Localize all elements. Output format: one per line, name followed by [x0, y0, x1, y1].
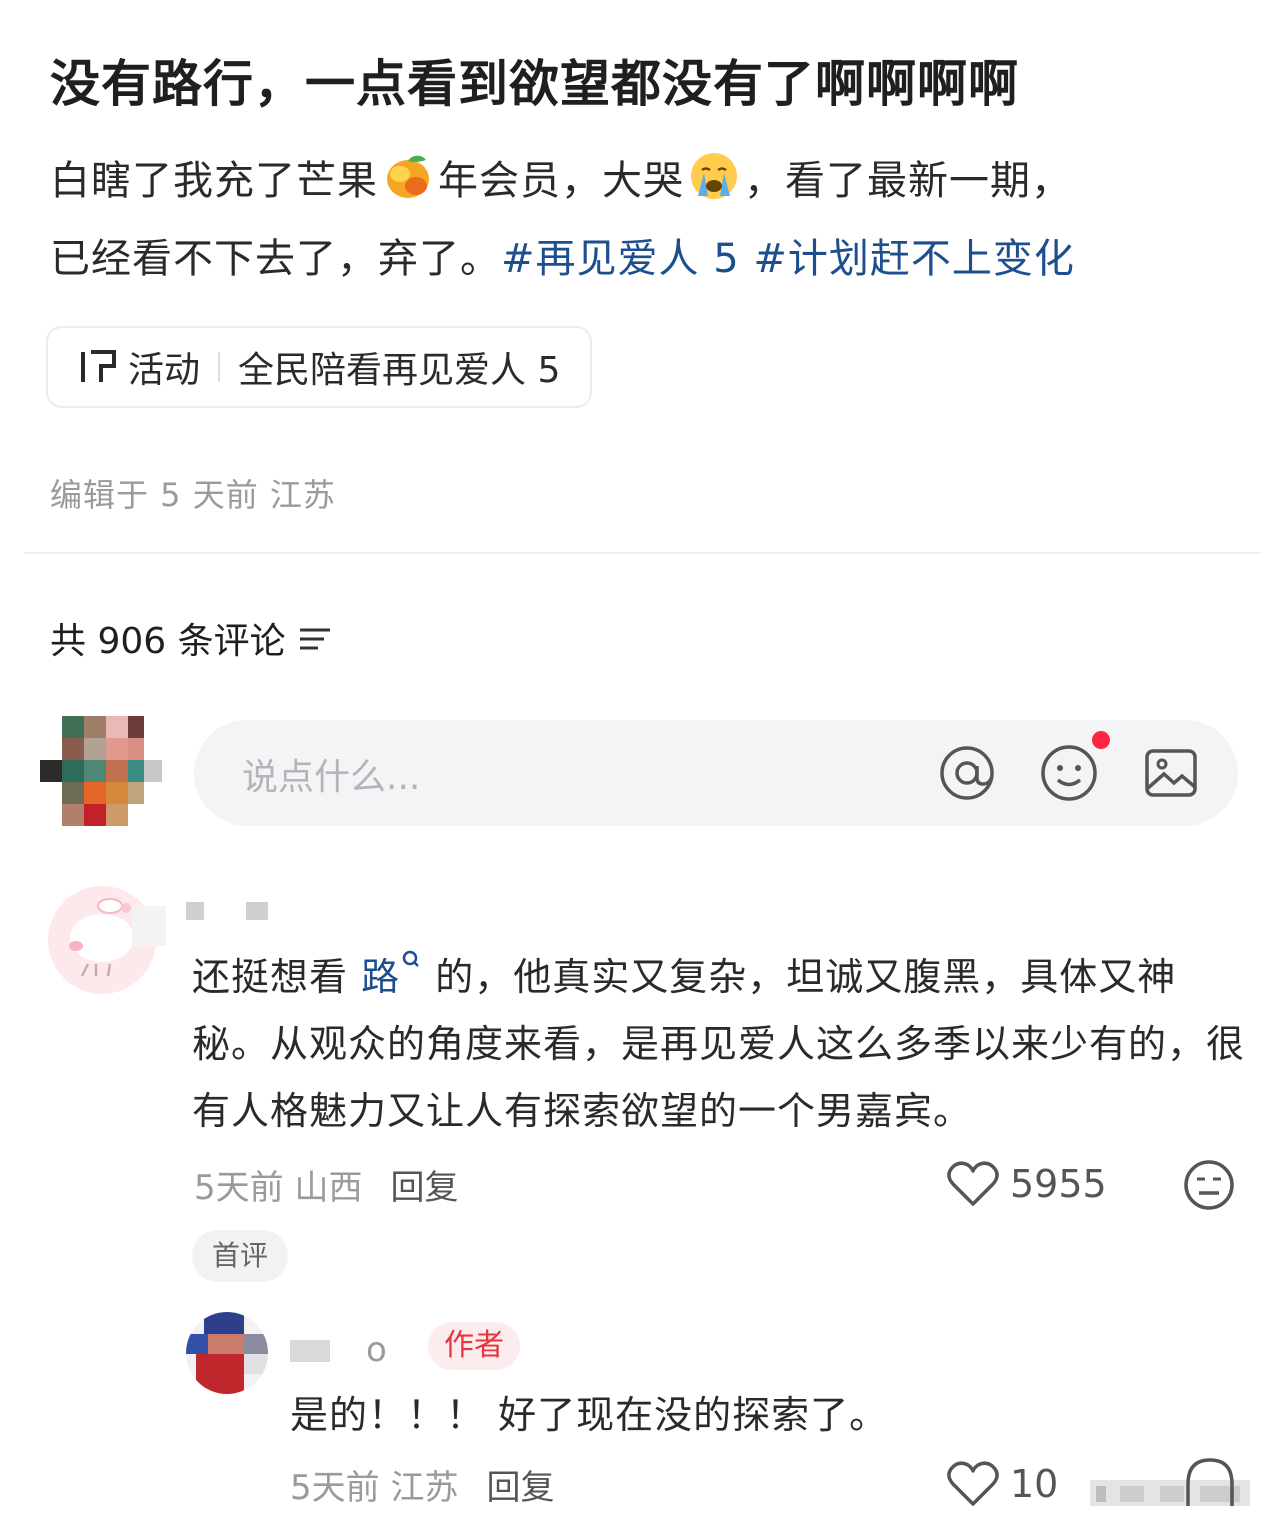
divider	[24, 552, 1260, 554]
username-blurred	[132, 906, 166, 946]
at-icon[interactable]	[936, 742, 998, 804]
user-avatar[interactable]	[40, 716, 162, 828]
body-text: 白瞎了我充了芒果	[50, 158, 378, 204]
mango-emoji-icon	[387, 155, 429, 198]
comment-text: 还挺想看 路 的，他真实又复杂，坦诚又腹黑，具体又神秘。从观众的角度来看，是再见…	[192, 944, 1252, 1145]
comments-header[interactable]: 共 906 条评论	[50, 612, 336, 664]
author-avatar[interactable]	[186, 1312, 268, 1394]
like-button[interactable]: 5955	[946, 1160, 1107, 1208]
heart-icon	[947, 1461, 999, 1506]
body-text: ，看了最新一期，	[744, 158, 1072, 204]
username-blurred	[246, 902, 268, 920]
activity-label: 活动	[128, 350, 201, 391]
reply-time: 5天前 江苏	[290, 1468, 459, 1508]
heart-icon	[947, 1161, 999, 1206]
search-icon	[402, 950, 419, 967]
comment-time: 5天前 山西	[194, 1168, 363, 1208]
comment-placeholder: 说点什么...	[242, 757, 421, 798]
activity-icon	[81, 350, 116, 382]
post-body: 白瞎了我充了芒果 年会员，大哭 ，看了最新一期， 已经看不下去了，弃了。#再见爱…	[50, 142, 1240, 298]
emoji-icon[interactable]	[1038, 742, 1100, 804]
chip-divider	[218, 352, 221, 382]
first-comment-badge: 首评	[192, 1230, 289, 1282]
notification-dot	[1092, 731, 1110, 749]
edit-meta: 编辑于 5 天前 江苏	[50, 476, 336, 514]
reply-meta: 5天前 江苏 回复	[290, 1460, 554, 1509]
image-icon[interactable]	[1140, 742, 1202, 804]
reply-text: 是的！！！ 好了现在没的探索了。	[290, 1393, 889, 1437]
author-name-fragment: o	[366, 1330, 387, 1370]
hashtag-link[interactable]: #计划赶不上变化	[753, 236, 1075, 282]
comment-meta: 5天前 山西 回复	[194, 1160, 458, 1209]
reply-button[interactable]: 回复	[486, 1468, 554, 1508]
comment-count-label: 共 906 条评论	[50, 621, 286, 662]
reply-button[interactable]: 回复	[390, 1168, 458, 1208]
like-count: 5955	[1010, 1162, 1107, 1206]
hashtag-link[interactable]: #再见爱人 5	[501, 236, 740, 282]
author-avatar-image	[186, 1312, 268, 1394]
comment-text-part: 还挺想看	[192, 955, 362, 999]
crying-face-emoji-icon	[691, 153, 737, 199]
body-text: 已经看不下去了，弃了。	[50, 236, 501, 282]
mention-link[interactable]: 路	[361, 955, 400, 999]
activity-name: 全民陪看再见爱人 5	[238, 350, 561, 391]
like-button[interactable]: 10	[946, 1460, 1058, 1508]
author-badge: 作者	[428, 1322, 520, 1370]
dislike-face-icon[interactable]	[1182, 1158, 1236, 1212]
username-blurred	[186, 902, 204, 920]
post-title: 没有路行，一点看到欲望都没有了啊啊啊啊	[50, 55, 1019, 113]
sort-icon	[299, 628, 330, 650]
dislike-face-icon[interactable]	[1184, 1456, 1236, 1506]
body-text: 年会员，大哭	[438, 158, 684, 204]
activity-chip[interactable]: 活动 全民陪看再见爱人 5	[46, 326, 593, 408]
like-count: 10	[1010, 1462, 1059, 1506]
username-blurred	[290, 1340, 330, 1362]
